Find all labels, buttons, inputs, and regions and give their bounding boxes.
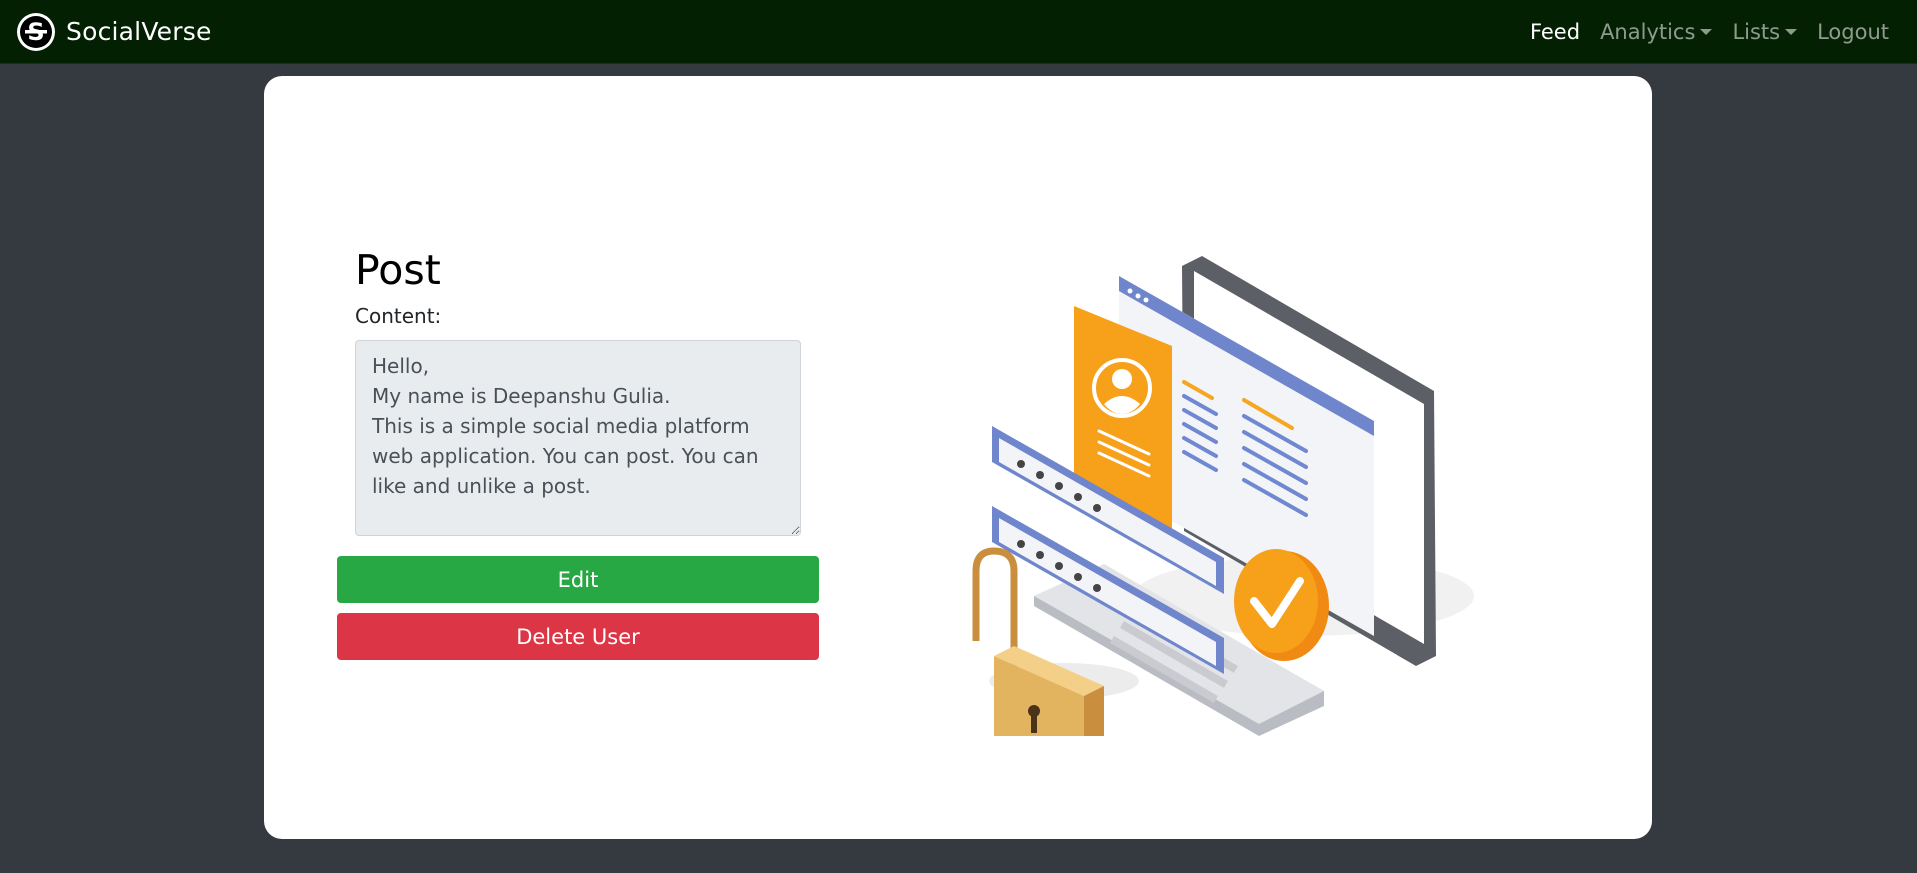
brand[interactable]: S SocialVerse [17,12,212,51]
nav-feed[interactable]: Feed [1530,20,1580,44]
chevron-down-icon [1785,28,1798,35]
nav-lists-dropdown[interactable]: Lists [1732,19,1798,44]
content-textarea[interactable]: Hello, My name is Deepanshu Gulia. This … [355,340,801,536]
security-login-illustration [954,176,1514,781]
nav-analytics-label: Analytics [1600,19,1696,44]
content-label: Content: [355,304,442,328]
page-title: Post [355,246,441,294]
nav-logout-label: Logout [1817,19,1889,44]
nav-analytics-dropdown[interactable]: Analytics [1600,19,1713,44]
post-form: Post Content: Hello, My name is Deepansh… [337,246,821,660]
post-card: Post Content: Hello, My name is Deepansh… [264,76,1652,839]
nav-lists-label: Lists [1732,19,1781,44]
delete-user-button[interactable]: Delete User [337,613,819,660]
nav-feed-label: Feed [1529,19,1581,44]
edit-button[interactable]: Edit [337,556,819,603]
navbar: S SocialVerse Feed Analytics Lists Logou… [0,0,1917,64]
nav-links: Feed Analytics Lists Logout [1510,20,1889,44]
chevron-down-icon [1700,28,1713,35]
nav-logout[interactable]: Logout [1817,20,1889,44]
socialverse-logo-icon: S [17,12,55,51]
brand-name: SocialVerse [66,17,212,46]
